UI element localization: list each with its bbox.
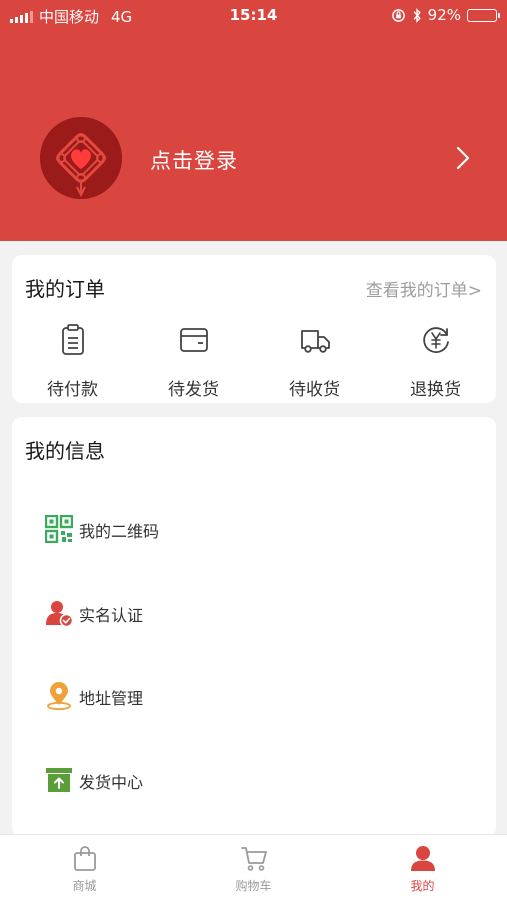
chevron-right-icon[interactable] — [455, 146, 471, 170]
verified-user-icon — [46, 601, 73, 627]
orders-card: 我的订单 查看我的订单> 待付款 待发货 待收货 退换货 — [12, 255, 496, 403]
shopping-bag-icon — [74, 846, 96, 871]
avatar[interactable] — [40, 117, 122, 199]
yen-refresh-icon — [423, 327, 449, 354]
cart-icon — [241, 847, 267, 871]
battery-icon — [467, 8, 500, 22]
menu-item-label: 我的二维码 — [79, 522, 160, 541]
chinese-knot-heart-icon — [40, 117, 122, 199]
order-pending-payment[interactable]: 待付款 — [12, 320, 133, 400]
menu-item-real-name-verification[interactable]: 实名认证 — [45, 599, 465, 629]
view-all-orders-link[interactable]: 查看我的订单> — [366, 276, 482, 301]
order-item-label: 待收货 — [289, 380, 340, 400]
qrcode-icon — [45, 515, 73, 543]
menu-item-label: 实名认证 — [79, 606, 144, 625]
order-item-label: 待发货 — [168, 380, 219, 400]
profile-header: 中国移动 4G 15:14 92% 点击登录 — [0, 0, 507, 241]
clipboard-icon — [62, 324, 84, 355]
tab-label: 我的 — [410, 879, 435, 893]
orientation-lock-icon — [391, 8, 405, 22]
tab-label: 购物车 — [235, 879, 272, 893]
orders-title: 我的订单 — [25, 277, 105, 301]
shipping-box-icon — [46, 768, 72, 792]
order-pending-shipment[interactable]: 待发货 — [133, 320, 254, 400]
login-row[interactable]: 点击登录 — [0, 117, 507, 199]
order-item-label: 待付款 — [47, 380, 98, 400]
bottom-tab-bar: 商城 购物车 我的 — [0, 834, 507, 900]
order-item-label: 退换货 — [410, 380, 461, 400]
tab-cart[interactable]: 购物车 — [169, 835, 338, 900]
menu-item-label: 发货中心 — [79, 773, 144, 792]
menu-item-address[interactable]: 地址管理 — [45, 682, 465, 712]
bluetooth-icon — [413, 7, 421, 23]
tab-mine[interactable]: 我的 — [338, 835, 507, 900]
info-card: 我的信息 我的二维码 实名认证 地址管理 发货中心 — [12, 417, 496, 837]
menu-item-label: 地址管理 — [79, 689, 144, 708]
status-bar: 中国移动 4G 15:14 92% — [0, 0, 507, 30]
wallet-icon — [180, 328, 208, 352]
login-link[interactable]: 点击登录 — [150, 145, 238, 175]
truck-icon — [301, 330, 330, 353]
order-returns[interactable]: 退换货 — [375, 320, 496, 400]
person-icon — [411, 846, 435, 871]
info-title: 我的信息 — [25, 439, 105, 463]
menu-item-qrcode[interactable]: 我的二维码 — [45, 515, 465, 545]
tab-label: 商城 — [72, 879, 97, 893]
order-pending-receipt[interactable]: 待收货 — [254, 320, 375, 400]
location-pin-icon — [47, 682, 71, 710]
battery-percent: 92% — [427, 6, 461, 24]
tab-mall[interactable]: 商城 — [0, 835, 169, 900]
menu-item-shipping-center[interactable]: 发货中心 — [45, 766, 465, 796]
